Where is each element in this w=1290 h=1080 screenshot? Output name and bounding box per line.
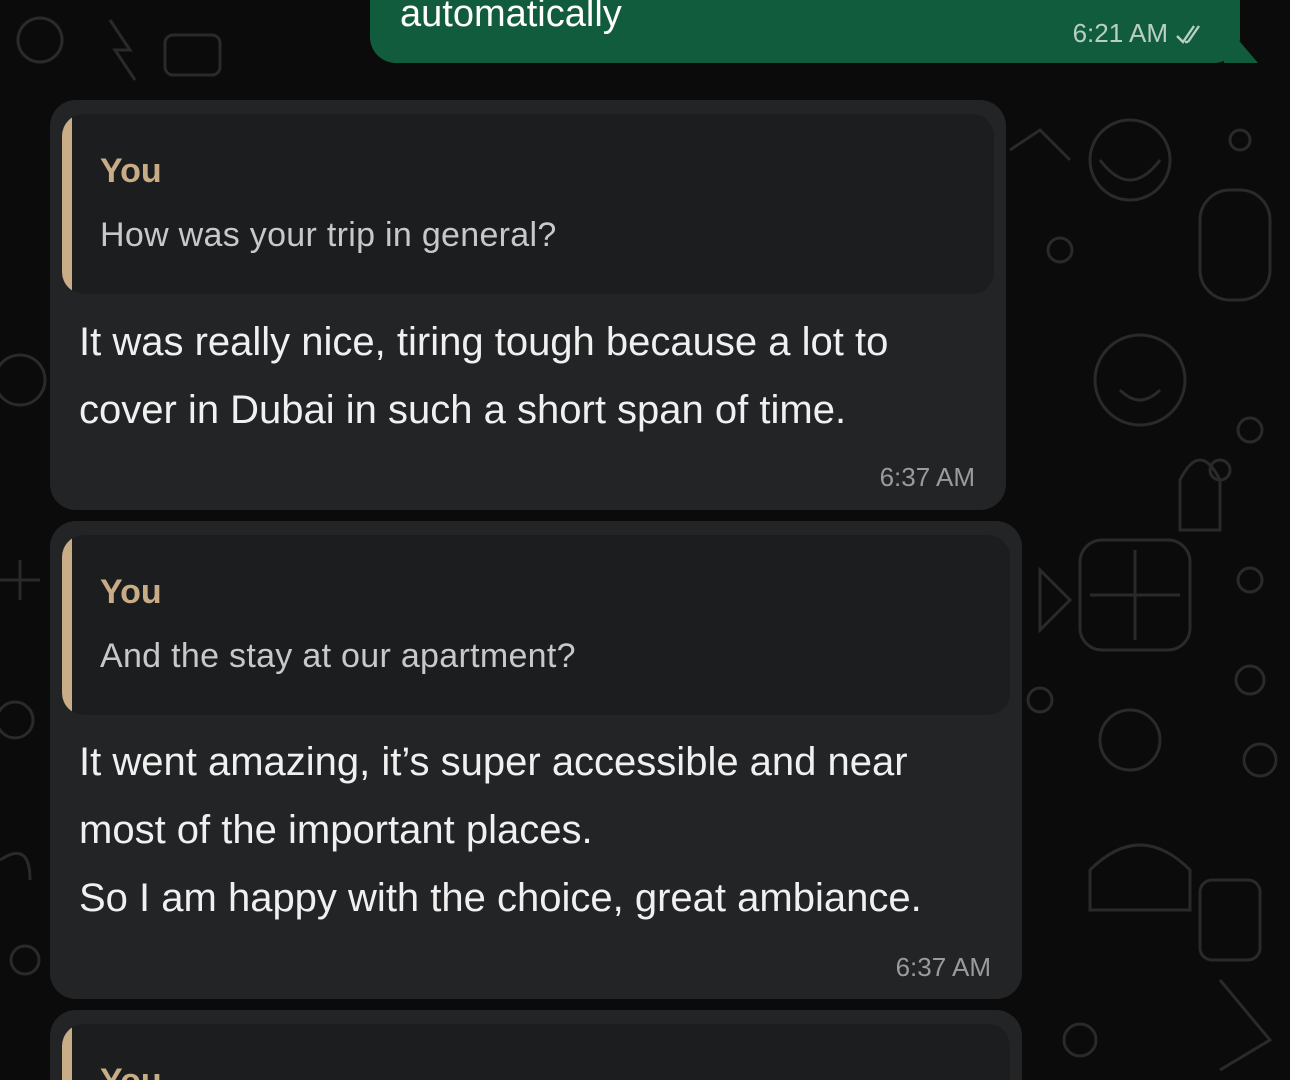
quote-author: You <box>100 573 162 611</box>
outgoing-message[interactable]: automatically 6:21 AM <box>370 0 1258 63</box>
quoted-reply[interactable]: You And the stay at our apartment? <box>62 535 1010 715</box>
message-time: 6:37 AM <box>879 462 975 492</box>
quoted-reply[interactable]: You How was your trip in general? <box>62 114 994 294</box>
outgoing-message-tail <box>1224 23 1258 63</box>
quoted-reply[interactable]: You <box>62 1024 1010 1080</box>
message-line: It was really nice, tiring tough because… <box>79 320 889 364</box>
quote-author: You <box>100 152 162 190</box>
quote-text: How was your trip in general? <box>100 216 557 254</box>
double-check-icon <box>1176 24 1200 44</box>
quote-accent-bar <box>62 1024 72 1080</box>
message-line: So I am happy with the choice, great amb… <box>79 876 922 920</box>
message-line: It went amazing, it’s super accessible a… <box>79 740 908 784</box>
message-line: cover in Dubai in such a short span of t… <box>79 388 847 432</box>
quote-accent-bar <box>62 114 72 294</box>
message-text: It was really nice, tiring tough because… <box>79 308 888 444</box>
message-line: most of the important places. <box>79 808 593 852</box>
quote-author: You <box>100 1062 162 1080</box>
message-text: It went amazing, it’s super accessible a… <box>79 728 922 932</box>
incoming-message[interactable]: You How was your trip in general? It was… <box>50 100 1006 510</box>
quote-text: And the stay at our apartment? <box>100 637 576 675</box>
outgoing-message-text: automatically <box>400 0 622 35</box>
incoming-message[interactable]: You <box>50 1010 1022 1080</box>
message-time: 6:37 AM <box>895 952 991 982</box>
incoming-message[interactable]: You And the stay at our apartment? It we… <box>50 521 1022 999</box>
quote-accent-bar <box>62 535 72 715</box>
outgoing-message-time: 6:21 AM <box>1072 18 1168 48</box>
outgoing-message-meta: 6:21 AM <box>1073 18 1210 49</box>
